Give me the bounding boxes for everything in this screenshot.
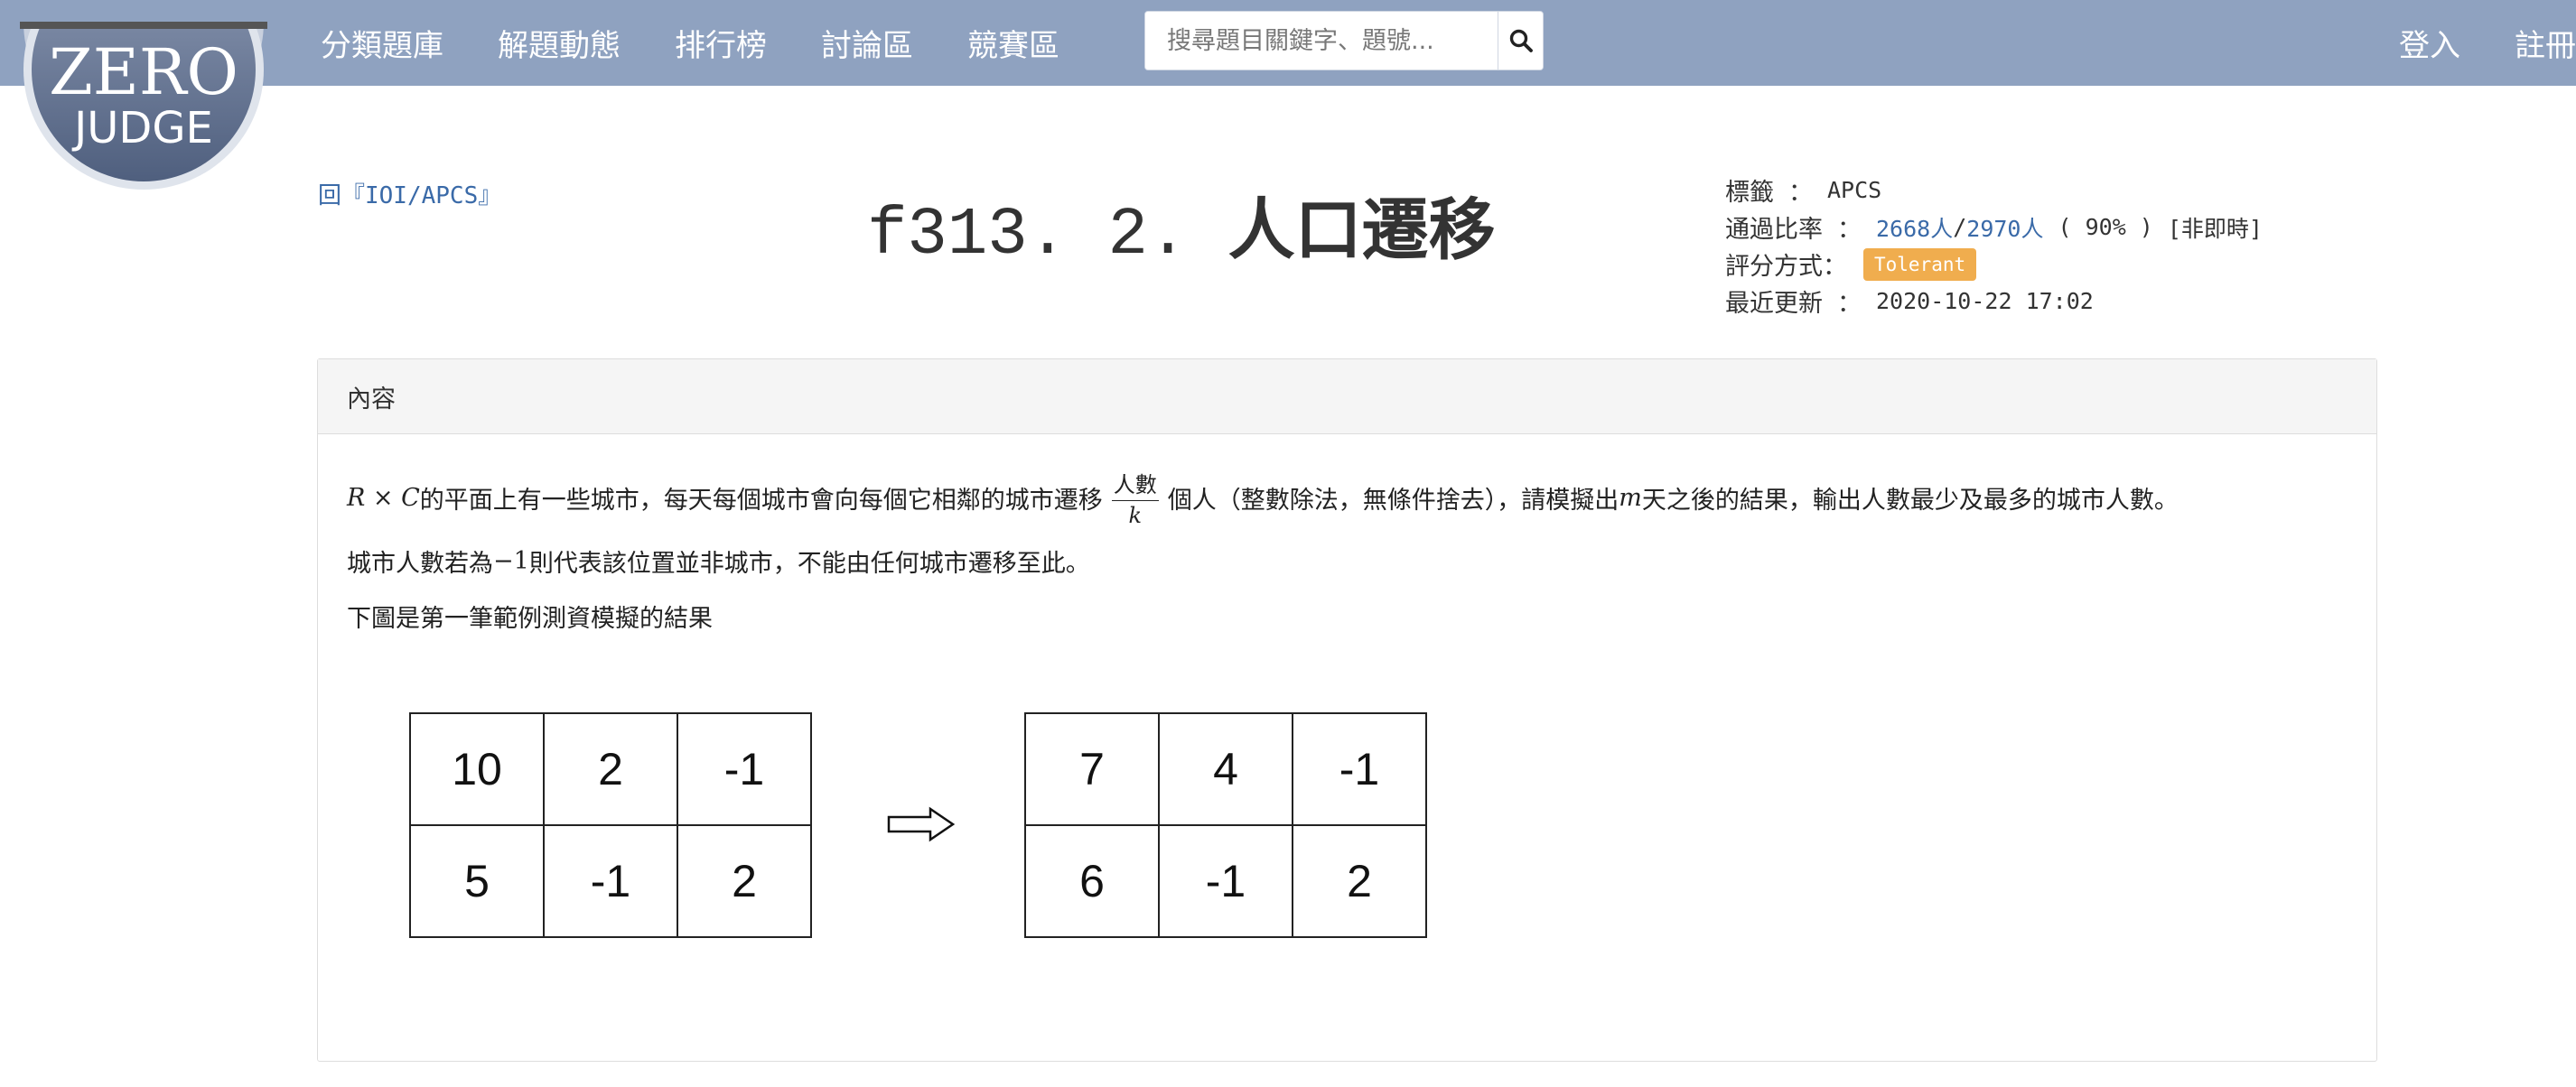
problem-meta: 標籤 ： APCS 通過比率 ： 2668人 / 2970人 ( 90% ) […: [1725, 172, 2263, 320]
fraction-people-over-k: 人數 k: [1111, 467, 1159, 528]
grid-row: 5 -1 2: [409, 824, 812, 938]
nav-user-menu: 登入 註冊: [2399, 0, 2576, 86]
nav-item-contest[interactable]: 競賽區: [967, 21, 1059, 65]
nav-item-status[interactable]: 解題動態: [498, 21, 621, 65]
description-line-1: R × C 的平面上有一些城市，每天每個城市會向每個它相鄰的城市遷移 人數 k …: [347, 467, 2179, 528]
math-minus-one: −1: [493, 547, 529, 575]
content-panel: 內容 R × C 的平面上有一些城市，每天每個城市會向每個它相鄰的城市遷移 人數…: [317, 358, 2377, 1062]
updated-timestamp: 2020-10-22 17:02: [1876, 288, 2094, 314]
grid-row: 7 4 -1: [1024, 712, 1427, 826]
grid-cell: 2: [543, 712, 678, 826]
nav-item-forum[interactable]: 討論區: [821, 21, 913, 65]
grid-cell: -1: [543, 824, 678, 938]
register-link[interactable]: 註冊: [2515, 21, 2576, 65]
grid-cell: -1: [1292, 712, 1427, 826]
problem-id: f313. 2.: [867, 198, 1228, 274]
grid-before: 10 2 -1 5 -1 2: [409, 712, 812, 938]
grid-row: 6 -1 2: [1024, 824, 1427, 938]
pass-realtime-note: [非即時]: [2167, 215, 2263, 242]
pass-total-link[interactable]: 2970人: [1966, 211, 2043, 244]
right-arrow-icon: [887, 806, 956, 842]
pass-accepted-link[interactable]: 2668人: [1876, 211, 1953, 244]
search-button[interactable]: [1498, 12, 1543, 70]
nav-menu: 分類題庫 解題動態 排行榜 討論區 競賽區: [321, 0, 1114, 86]
problem-name: 人口遷移: [1227, 191, 1496, 269]
grid-after: 7 4 -1 6 -1 2: [1024, 712, 1427, 938]
grid-row: 10 2 -1: [409, 712, 812, 826]
svg-text:JUDGE: JUDGE: [71, 103, 213, 153]
grid-cell: 4: [1158, 712, 1293, 826]
svg-text:ZERO: ZERO: [49, 35, 238, 109]
grid-cell: 6: [1024, 824, 1160, 938]
nav-item-ranking[interactable]: 排行榜: [675, 21, 767, 65]
meta-tag-row: 標籤 ： APCS: [1725, 177, 1882, 207]
top-navbar: 分類題庫 解題動態 排行榜 討論區 競賽區 登入 註冊: [0, 0, 2576, 86]
tag-value[interactable]: APCS: [1827, 177, 1881, 203]
meta-judge-row: 評分方式： Tolerant: [1725, 246, 2263, 283]
grid-cell: -1: [1158, 824, 1293, 938]
content-heading: 內容: [318, 359, 2376, 434]
description-line-3: 下圖是第一筆範例測資模擬的結果: [347, 605, 713, 633]
meta-pass-row: 通過比率 ： 2668人 / 2970人 ( 90% ) [非即時]: [1725, 209, 2263, 246]
grid-cell: 7: [1024, 712, 1160, 826]
meta-updated-row: 最近更新 ： 2020-10-22 17:02: [1725, 288, 2094, 318]
grid-cell: 2: [677, 824, 812, 938]
description-line-2: 城市人數若為 −1 則代表該位置並非城市，不能由任何城市遷移至此。: [347, 547, 1090, 578]
zerojudge-logo[interactable]: ZERO JUDGE: [20, 0, 267, 193]
problem-title: f313. 2. 人口遷移: [867, 197, 1496, 269]
grid-cell: 5: [409, 824, 545, 938]
grid-cell: -1: [677, 712, 812, 826]
search-box: [1144, 11, 1544, 70]
pass-percent: ( 90% ): [2058, 214, 2153, 240]
back-to-category-link[interactable]: 回『IOI/APCS』: [318, 177, 501, 210]
math-r-times-c: R × C: [347, 483, 420, 512]
login-link[interactable]: 登入: [2399, 21, 2460, 65]
search-icon: [1509, 29, 1533, 52]
grid-cell: 10: [409, 712, 545, 826]
judge-type-badge: Tolerant: [1863, 247, 1977, 281]
grid-cell: 2: [1292, 824, 1427, 938]
search-input[interactable]: [1145, 12, 1498, 70]
math-m: m: [1619, 483, 1642, 512]
nav-item-problems[interactable]: 分類題庫: [321, 21, 443, 65]
